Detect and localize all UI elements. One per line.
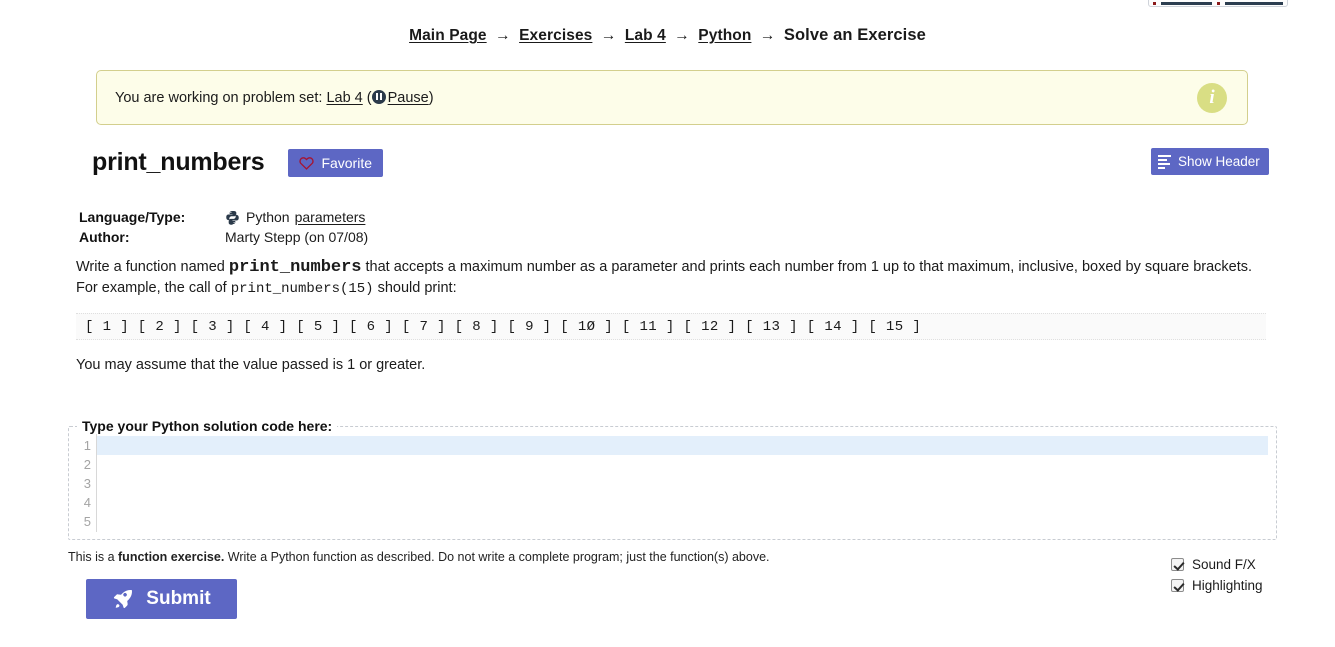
note-text-b: Write a Python function as described. Do… [224,550,770,564]
exercise-type-note: This is a function exercise. Write a Pyt… [68,550,770,564]
favorite-label: Favorite [321,154,373,171]
line-number-gutter: 1 2 3 4 5 [69,434,97,532]
option-highlighting[interactable]: Highlighting [1171,575,1263,596]
meta-row-author: Author: Marty Stepp (on 07/08) [79,228,368,248]
line-number: 1 [83,438,91,453]
note-text-bold: function exercise. [118,550,225,564]
code-editor-body[interactable]: 1 2 3 4 5 [69,434,1276,532]
language-value: Python [246,209,290,225]
submit-label: Submit [146,588,211,609]
line-number: 3 [83,476,91,491]
sound-fx-label: Sound F/X [1192,557,1256,572]
pause-icon[interactable] [371,89,386,104]
code-line[interactable] [97,436,1268,455]
title-row: print_numbers Favorite [92,148,384,177]
highlighting-label: Highlighting [1192,578,1263,593]
line-number: 4 [83,495,91,510]
breadcrumb-separator: → [600,27,617,44]
note-text-a: This is a [68,550,119,564]
sound-fx-checkbox[interactable] [1171,558,1184,571]
top-nav-strip-partial [1148,0,1288,7]
info-glyph: i [1209,86,1215,108]
lines-icon [1158,154,1171,169]
meta-row-language: Language/Type: Python parameters [79,208,368,228]
option-sound-fx[interactable]: Sound F/X [1171,554,1263,575]
code-input-area[interactable] [97,434,1276,532]
problem-set-notice: You are working on problem set: Lab 4 ( P… [96,70,1248,125]
rocket-icon [114,590,133,609]
notice-prefix: You are working on problem set: [115,89,327,106]
breadcrumb: Main Page → Exercises → Lab 4 → Python →… [0,26,1335,45]
desc-text-c: For example, the call of [76,280,231,296]
sample-output: [ 1 ] [ 2 ] [ 3 ] [ 4 ] [ 5 ] [ 6 ] [ 7 … [76,313,1266,340]
desc-text-a: Write a function named [76,259,229,275]
breadcrumb-separator: → [495,27,511,44]
editor-options: Sound F/X Highlighting [1171,554,1263,596]
breadcrumb-exercises[interactable]: Exercises [519,27,592,44]
code-line[interactable] [97,455,1276,474]
description-line-1: Write a function named print_numbers tha… [76,257,1268,278]
code-line[interactable] [97,493,1276,512]
breadcrumb-separator: → [674,27,690,44]
language-label: Language/Type: [79,209,186,225]
python-logo-icon [226,211,239,225]
breadcrumb-separator: → [759,27,776,44]
author-label: Author: [79,228,130,245]
code-line[interactable] [97,512,1276,531]
line-number: 2 [83,457,91,472]
code-line[interactable] [97,474,1276,493]
exercise-meta: Language/Type: Python parameters Author:… [79,208,368,247]
notice-problem-set-link[interactable]: Lab 4 [326,90,362,106]
exercise-description: Write a function named print_numbers tha… [76,257,1268,300]
notice-text: You are working on problem set: Lab 4 ( P… [115,89,1197,106]
code-editor-legend: Type your Python solution code here: [82,418,333,434]
language-value-group: Python parameters [225,208,365,228]
breadcrumb-main-page[interactable]: Main Page [409,27,487,44]
breadcrumb-lab-4[interactable]: Lab 4 [625,27,666,44]
desc-function-call: print_numbers(15) [230,281,374,297]
line-number: 5 [83,514,91,529]
info-circle-icon: i [1197,82,1227,113]
desc-text-b: that accepts a maximum number as a param… [361,259,1253,275]
breadcrumb-current: Solve an Exercise [783,26,926,44]
highlighting-checkbox[interactable] [1171,579,1184,592]
page-title: print_numbers [92,148,265,176]
submit-button[interactable]: Submit [86,579,237,619]
description-line-2: For example, the call of print_numbers(1… [76,278,1268,300]
show-header-button[interactable]: Show Header [1151,148,1269,175]
breadcrumb-python[interactable]: Python [698,27,751,44]
notice-close-paren: ) [428,89,434,106]
desc-function-name: print_numbers [228,258,362,277]
language-tag-link[interactable]: parameters [295,208,366,228]
pause-link[interactable]: Pause [388,90,429,106]
author-value: Marty Stepp (on 07/08) [225,228,369,245]
notice-open-paren: ( [362,89,372,106]
assumption-text: You may assume that the value passed is … [76,357,426,373]
heart-outline-icon [299,156,315,170]
code-editor-fieldset: Type your Python solution code here: 1 2… [68,418,1277,540]
exercise-page: Main Page → Exercises → Lab 4 → Python →… [0,0,1335,647]
desc-text-d: should print: [373,280,457,296]
favorite-button[interactable]: Favorite [288,148,384,177]
show-header-label: Show Header [1178,154,1260,169]
